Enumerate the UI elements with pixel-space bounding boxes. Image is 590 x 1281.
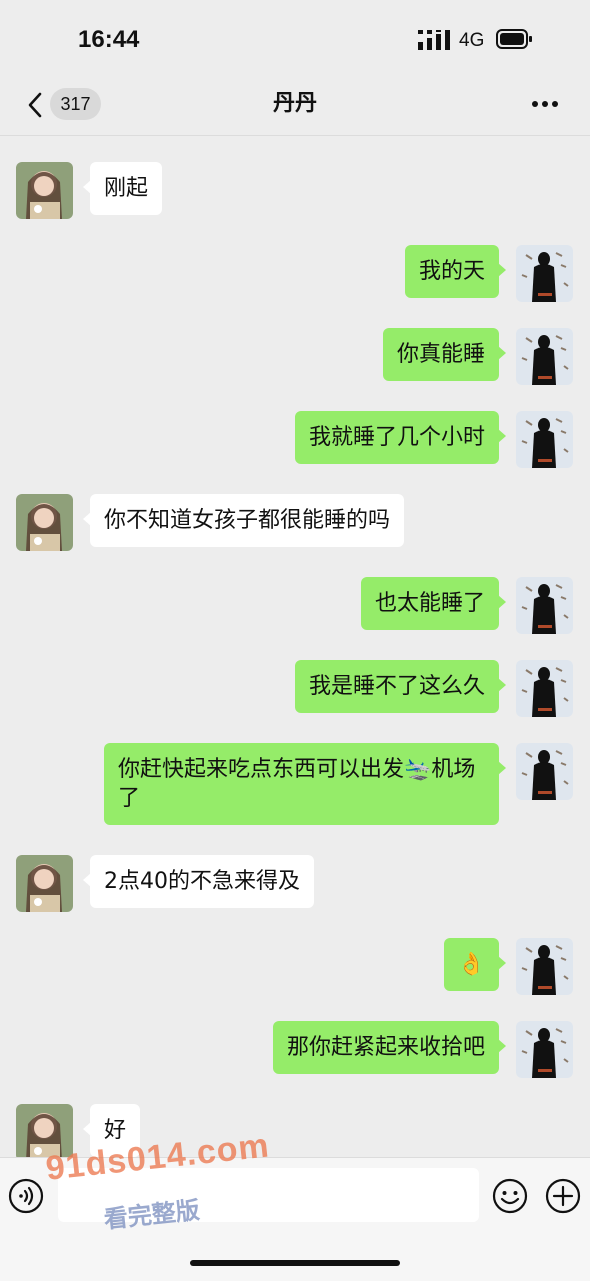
message-bubble-received[interactable]: 刚起 [82, 162, 163, 215]
message-bubble-sent[interactable]: 我是睡不了这么久 [294, 660, 507, 713]
chat-header: 317 丹丹 [0, 80, 590, 136]
message-bubble-received[interactable]: 2点40的不急来得及 [83, 855, 314, 908]
chat-title: 丹丹 [272, 91, 317, 116]
message-bubble-sent[interactable]: 也太能睡了 [360, 577, 507, 630]
status-time: 16:44 [78, 26, 140, 53]
message-bubble-sent[interactable]: 你赶快起来吃点东西可以出发🛬机场了 [104, 743, 506, 825]
signal-icon [418, 30, 450, 50]
status-bar: 16:44 4G [0, 0, 590, 80]
message-bubble-received[interactable]: 你不知道女孩子都很能睡的吗 [82, 494, 405, 547]
my-avatar[interactable] [516, 938, 573, 995]
voice-icon[interactable] [8, 1178, 44, 1214]
my-avatar[interactable] [516, 660, 573, 717]
message-bubble-sent[interactable]: 👌 [443, 938, 507, 991]
contact-avatar[interactable] [16, 162, 73, 219]
message-bubble-sent[interactable]: 我的天 [404, 245, 507, 298]
my-avatar[interactable] [516, 1021, 573, 1078]
battery-icon [496, 29, 532, 49]
my-avatar[interactable] [516, 411, 573, 468]
message-bubble-sent[interactable]: 那你赶紧起来收拾吧 [272, 1021, 507, 1074]
my-avatar[interactable] [516, 245, 573, 302]
home-indicator[interactable] [190, 1260, 400, 1266]
contact-avatar[interactable] [16, 494, 73, 551]
my-avatar[interactable] [516, 577, 573, 634]
more-icon[interactable] [530, 94, 560, 114]
my-avatar[interactable] [516, 743, 573, 800]
contact-avatar[interactable] [16, 855, 73, 912]
my-avatar[interactable] [516, 328, 573, 385]
plus-icon[interactable] [545, 1178, 581, 1214]
network-label: 4G [459, 30, 485, 51]
message-bubble-sent[interactable]: 你真能睡 [382, 328, 507, 381]
emoji-icon[interactable] [492, 1178, 528, 1214]
message-bubble-sent[interactable]: 我就睡了几个小时 [294, 411, 507, 464]
